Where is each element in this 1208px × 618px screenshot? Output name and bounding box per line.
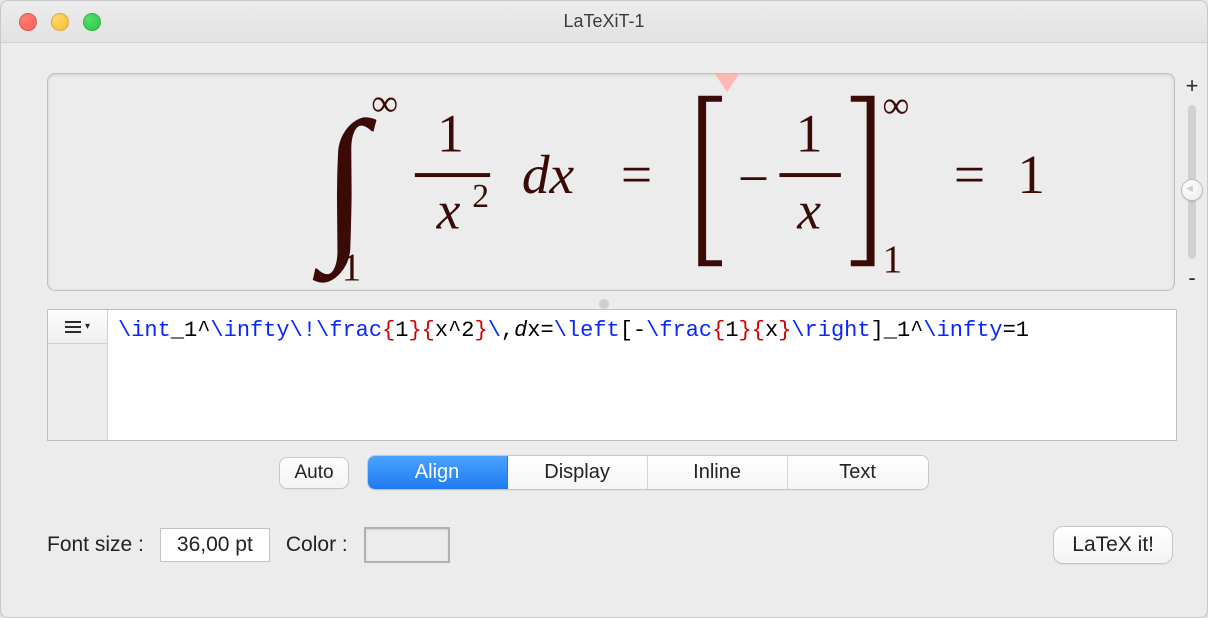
svg-text:2: 2 [472, 178, 489, 215]
app-window: LaTeXiT-1 ∫ ∞ 1 1 [0, 0, 1208, 618]
svg-text:1: 1 [437, 103, 464, 163]
mode-inline[interactable]: Inline [648, 456, 788, 489]
tok: \infty [923, 318, 1002, 343]
tok: x^2 [435, 318, 475, 343]
mode-segmented: Align Display Inline Text [367, 455, 929, 490]
tok: \frac [646, 318, 712, 343]
svg-text:∞: ∞ [882, 85, 909, 127]
minimize-icon[interactable] [51, 13, 69, 31]
rendered-equation: ∫ ∞ 1 1 x 2 dx = − [48, 74, 1174, 290]
auto-button[interactable]: Auto [279, 457, 348, 489]
tok: }{ [408, 318, 434, 343]
tok: \int [118, 318, 171, 343]
tok: ] [871, 318, 884, 343]
tok: _1^ [171, 318, 211, 343]
tok: \infty\!\frac [210, 318, 382, 343]
svg-text:=: = [954, 145, 985, 206]
zoom-slider: + - [1175, 73, 1207, 291]
tok: 1 [395, 318, 408, 343]
tok: =1 [1003, 318, 1029, 343]
tok: x [765, 318, 778, 343]
preview-row: ∫ ∞ 1 1 x 2 dx = − [1, 43, 1207, 291]
mode-row: Auto Align Display Inline Text [1, 455, 1207, 490]
chevron-down-icon: ▾ [85, 321, 90, 332]
svg-text:∞: ∞ [371, 83, 398, 125]
window-title: LaTeXiT-1 [1, 11, 1207, 32]
splitter-handle[interactable] [1, 299, 1207, 309]
close-icon[interactable] [19, 13, 37, 31]
svg-text:1: 1 [796, 103, 823, 163]
tok: , [501, 318, 514, 343]
menu-icon [65, 321, 81, 333]
tok: } [778, 318, 791, 343]
editor-options-button[interactable]: ▾ [48, 310, 107, 344]
footer-row: Font size : 36,00 pt Color : LaTeX it! [1, 490, 1207, 564]
svg-text:x: x [436, 181, 461, 241]
font-size-input[interactable]: 36,00 pt [160, 528, 270, 562]
zoom-slider-thumb[interactable] [1181, 179, 1203, 201]
traffic-lights [19, 13, 101, 31]
render-preview[interactable]: ∫ ∞ 1 1 x 2 dx = − [47, 73, 1175, 291]
zoom-out-icon[interactable]: - [1184, 265, 1199, 291]
mode-align[interactable]: Align [368, 456, 508, 489]
zoom-icon[interactable] [83, 13, 101, 31]
mode-display[interactable]: Display [508, 456, 648, 489]
svg-text:dx: dx [522, 145, 575, 206]
color-label: Color : [286, 533, 348, 557]
tok: { [382, 318, 395, 343]
zoom-slider-track[interactable] [1188, 105, 1196, 259]
svg-text:1: 1 [882, 237, 902, 281]
tok: \left [554, 318, 620, 343]
source-editor: ▾ \int_1^\infty\!\frac{1}{x^2}\,dx=\left… [47, 309, 1177, 441]
tok: 1 [725, 318, 738, 343]
svg-text:1: 1 [341, 245, 361, 289]
window-body: ∫ ∞ 1 1 x 2 dx = − [1, 43, 1207, 617]
mode-text[interactable]: Text [788, 456, 928, 489]
svg-text:x: x [796, 181, 821, 241]
tok: d [514, 318, 527, 343]
zoom-in-icon[interactable]: + [1182, 73, 1203, 99]
editor-gutter: ▾ [48, 310, 108, 440]
font-size-label: Font size : [47, 533, 144, 557]
tok: }{ [739, 318, 765, 343]
tok: [- [620, 318, 646, 343]
tok: } [474, 318, 487, 343]
titlebar: LaTeXiT-1 [1, 1, 1207, 43]
svg-text:1: 1 [1017, 145, 1045, 206]
tok: \ [488, 318, 501, 343]
svg-text:−: − [738, 149, 769, 210]
svg-text:=: = [621, 145, 652, 206]
latex-it-button[interactable]: LaTeX it! [1053, 526, 1173, 564]
tok: _1^ [884, 318, 924, 343]
tok: x= [527, 318, 553, 343]
alignment-marker-icon [715, 74, 739, 97]
splitter-grip-icon [599, 299, 609, 309]
color-well[interactable] [364, 527, 450, 563]
tok: \right [791, 318, 870, 343]
latex-source-input[interactable]: \int_1^\infty\!\frac{1}{x^2}\,dx=\left[-… [108, 310, 1176, 440]
tok: { [712, 318, 725, 343]
